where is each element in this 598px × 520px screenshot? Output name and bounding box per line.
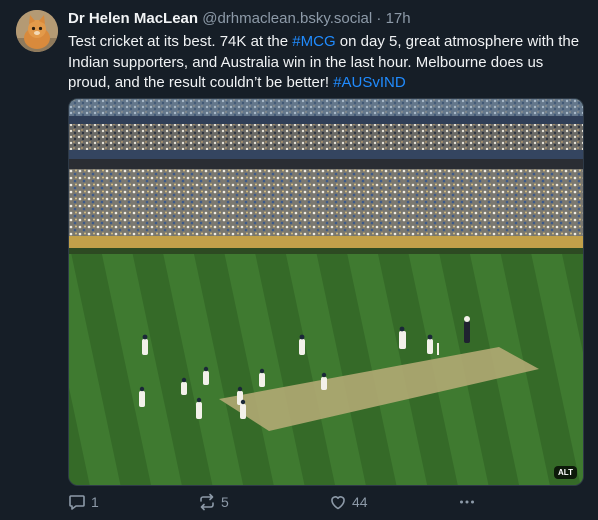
cat-avatar-icon <box>16 10 58 52</box>
reply-icon <box>69 495 85 510</box>
like-button[interactable]: 44 <box>329 490 368 514</box>
like-count: 44 <box>352 494 368 510</box>
repost-icon <box>200 493 214 511</box>
repost-button[interactable]: 5 <box>198 490 229 514</box>
reply-button[interactable]: 1 <box>68 490 99 514</box>
author-name[interactable]: Dr Helen MacLean <box>68 10 198 27</box>
repost-count: 5 <box>221 494 229 510</box>
alt-text-badge[interactable]: ALT <box>554 466 577 479</box>
umpire <box>464 321 470 343</box>
more-icon <box>460 500 474 504</box>
reply-count: 1 <box>91 494 99 510</box>
author-handle[interactable]: @drhmaclean.bsky.social <box>202 10 372 27</box>
cricket-stadium-image <box>69 99 583 485</box>
boundary-board <box>69 236 583 248</box>
avatar[interactable] <box>16 10 58 52</box>
post-card[interactable]: Dr Helen MacLean @drhmaclean.bsky.social… <box>0 0 598 520</box>
text-segment: Test cricket at its best. 74K at the <box>68 33 293 50</box>
separator: · <box>376 10 382 27</box>
hashtag-mcg[interactable]: #MCG <box>292 33 335 50</box>
ad-board-middle <box>69 150 583 159</box>
more-options-button[interactable] <box>458 490 476 514</box>
post-actions: 1 5 44 <box>68 490 582 514</box>
timestamp[interactable]: 17h <box>386 10 411 27</box>
post-image[interactable]: ALT <box>68 98 584 486</box>
post-text: Test cricket at its best. 74K at the #MC… <box>68 32 588 94</box>
ad-board-upper <box>69 116 583 124</box>
hashtag-ausvind[interactable]: #AUSvIND <box>333 74 406 91</box>
like-icon <box>331 496 345 510</box>
post-header: Dr Helen MacLean @drhmaclean.bsky.social… <box>68 9 588 29</box>
